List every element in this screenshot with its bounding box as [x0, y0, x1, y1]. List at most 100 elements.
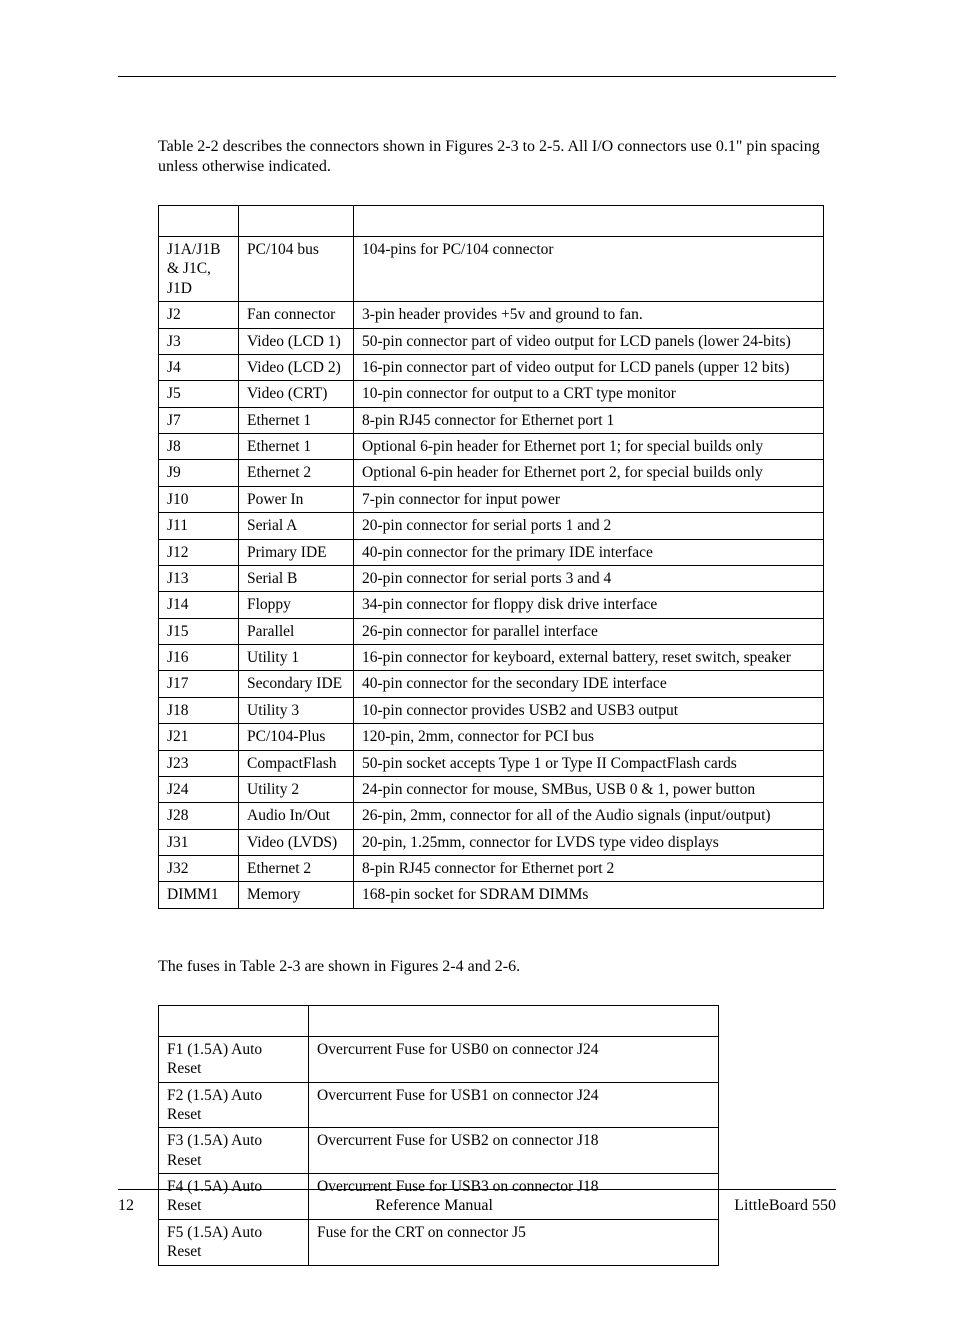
- table-row: J17Secondary IDE40-pin connector for the…: [159, 671, 824, 697]
- page: Table 2-2 describes the connectors shown…: [0, 0, 954, 1266]
- table-cell: 40-pin connector for the primary IDE int…: [354, 539, 824, 565]
- table-cell: 50-pin socket accepts Type 1 or Type II …: [354, 750, 824, 776]
- table-row: F5 (1.5A) Auto ResetFuse for the CRT on …: [159, 1219, 719, 1265]
- table-cell: 7-pin connector for input power: [354, 486, 824, 512]
- table-cell: Optional 6-pin header for Ethernet port …: [354, 460, 824, 486]
- table-row: J12Primary IDE40-pin connector for the p…: [159, 539, 824, 565]
- table-cell: 104-pins for PC/104 connector: [354, 237, 824, 302]
- table-cell: J9: [159, 460, 239, 486]
- table-cell: 10-pin connector for output to a CRT typ…: [354, 381, 824, 407]
- table-cell: Optional 6-pin header for Ethernet port …: [354, 434, 824, 460]
- table-cell: F3 (1.5A) Auto Reset: [159, 1128, 309, 1174]
- table-row: F3 (1.5A) Auto ResetOvercurrent Fuse for…: [159, 1128, 719, 1174]
- table-cell: Utility 1: [239, 645, 354, 671]
- top-rule: [118, 76, 836, 77]
- table-row: F1 (1.5A) Auto ResetOvercurrent Fuse for…: [159, 1036, 719, 1082]
- table-row: J10Power In7-pin connector for input pow…: [159, 486, 824, 512]
- table-row: J28Audio In/Out26-pin, 2mm, connector fo…: [159, 803, 824, 829]
- table-cell: 20-pin, 1.25mm, connector for LVDS type …: [354, 829, 824, 855]
- table-cell: J16: [159, 645, 239, 671]
- table-cell: 50-pin connector part of video output fo…: [354, 328, 824, 354]
- table-header-row: [159, 206, 824, 237]
- table-cell: Parallel: [239, 618, 354, 644]
- table-row: J32Ethernet 28-pin RJ45 connector for Et…: [159, 856, 824, 882]
- page-footer: 12 Reference Manual LittleBoard 550: [118, 1189, 836, 1216]
- table-cell: J7: [159, 407, 239, 433]
- table-cell: Audio In/Out: [239, 803, 354, 829]
- table-cell: 120-pin, 2mm, connector for PCI bus: [354, 724, 824, 750]
- footer-product: LittleBoard 550: [734, 1196, 836, 1216]
- table-cell: Ethernet 1: [239, 434, 354, 460]
- table-cell: 24-pin connector for mouse, SMBus, USB 0…: [354, 776, 824, 802]
- table-cell: 16-pin connector part of video output fo…: [354, 354, 824, 380]
- table-cell: 8-pin RJ45 connector for Ethernet port 2: [354, 856, 824, 882]
- table-row: J24Utility 224-pin connector for mouse, …: [159, 776, 824, 802]
- table-row: J14Floppy34-pin connector for floppy dis…: [159, 592, 824, 618]
- table-cell: Primary IDE: [239, 539, 354, 565]
- table-cell: Fan connector: [239, 302, 354, 328]
- table-cell: 3-pin header provides +5v and ground to …: [354, 302, 824, 328]
- table-cell: 26-pin connector for parallel interface: [354, 618, 824, 644]
- table-cell: PC/104 bus: [239, 237, 354, 302]
- table-cell: Video (LCD 1): [239, 328, 354, 354]
- table-2-3: F1 (1.5A) Auto ResetOvercurrent Fuse for…: [158, 1005, 836, 1266]
- table-cell: Power In: [239, 486, 354, 512]
- table-cell: Video (LVDS): [239, 829, 354, 855]
- footer-title: Reference Manual: [375, 1196, 493, 1216]
- table-cell: 20-pin connector for serial ports 3 and …: [354, 565, 824, 591]
- table-row: J5Video (CRT)10-pin connector for output…: [159, 381, 824, 407]
- table-cell: 40-pin connector for the secondary IDE i…: [354, 671, 824, 697]
- table-row: J18Utility 310-pin connector provides US…: [159, 697, 824, 723]
- connectors-table: J1A/J1B & J1C, J1DPC/104 bus104-pins for…: [158, 205, 824, 909]
- header-cell: [159, 1005, 309, 1036]
- table-cell: 20-pin connector for serial ports 1 and …: [354, 513, 824, 539]
- table-row: J4Video (LCD 2)16-pin connector part of …: [159, 354, 824, 380]
- table-cell: Floppy: [239, 592, 354, 618]
- header-cell: [159, 206, 239, 237]
- table-cell: J14: [159, 592, 239, 618]
- table-row: J31Video (LVDS)20-pin, 1.25mm, connector…: [159, 829, 824, 855]
- table-cell: Utility 2: [239, 776, 354, 802]
- table-cell: 16-pin connector for keyboard, external …: [354, 645, 824, 671]
- table-cell: J11: [159, 513, 239, 539]
- table-cell: DIMM1: [159, 882, 239, 908]
- table-cell: Overcurrent Fuse for USB1 on connector J…: [309, 1082, 719, 1128]
- table-row: J7Ethernet 18-pin RJ45 connector for Eth…: [159, 407, 824, 433]
- table-row: J15Parallel26-pin connector for parallel…: [159, 618, 824, 644]
- table-cell: Ethernet 2: [239, 856, 354, 882]
- table-row: J1A/J1B & J1C, J1DPC/104 bus104-pins for…: [159, 237, 824, 302]
- table-cell: Overcurrent Fuse for USB0 on connector J…: [309, 1036, 719, 1082]
- table-cell: CompactFlash: [239, 750, 354, 776]
- table-cell: J17: [159, 671, 239, 697]
- table-cell: J31: [159, 829, 239, 855]
- table-cell: 34-pin connector for floppy disk drive i…: [354, 592, 824, 618]
- table-cell: Ethernet 2: [239, 460, 354, 486]
- table-row: J9Ethernet 2Optional 6-pin header for Et…: [159, 460, 824, 486]
- table-cell: Overcurrent Fuse for USB2 on connector J…: [309, 1128, 719, 1174]
- table-cell: 26-pin, 2mm, connector for all of the Au…: [354, 803, 824, 829]
- table-cell: PC/104-Plus: [239, 724, 354, 750]
- table-row: DIMM1Memory168-pin socket for SDRAM DIMM…: [159, 882, 824, 908]
- intro-paragraph-2: The fuses in Table 2-3 are shown in Figu…: [158, 957, 858, 977]
- table-cell: 168-pin socket for SDRAM DIMMs: [354, 882, 824, 908]
- table-header-row: [159, 1005, 719, 1036]
- table-row: J23CompactFlash50-pin socket accepts Typ…: [159, 750, 824, 776]
- table-row: J2Fan connector3-pin header provides +5v…: [159, 302, 824, 328]
- table-cell: J2: [159, 302, 239, 328]
- table-cell: J23: [159, 750, 239, 776]
- table-cell: Video (CRT): [239, 381, 354, 407]
- header-cell: [239, 206, 354, 237]
- table-row: J13Serial B20-pin connector for serial p…: [159, 565, 824, 591]
- intro-paragraph-1: Table 2-2 describes the connectors shown…: [158, 137, 858, 177]
- table-cell: F5 (1.5A) Auto Reset: [159, 1219, 309, 1265]
- table-cell: Utility 3: [239, 697, 354, 723]
- table-cell: J21: [159, 724, 239, 750]
- table-cell: J8: [159, 434, 239, 460]
- table-cell: Secondary IDE: [239, 671, 354, 697]
- table-cell: Fuse for the CRT on connector J5: [309, 1219, 719, 1265]
- table-cell: J5: [159, 381, 239, 407]
- table-cell: Serial B: [239, 565, 354, 591]
- table-cell: Memory: [239, 882, 354, 908]
- table-cell: 10-pin connector provides USB2 and USB3 …: [354, 697, 824, 723]
- table-cell: J32: [159, 856, 239, 882]
